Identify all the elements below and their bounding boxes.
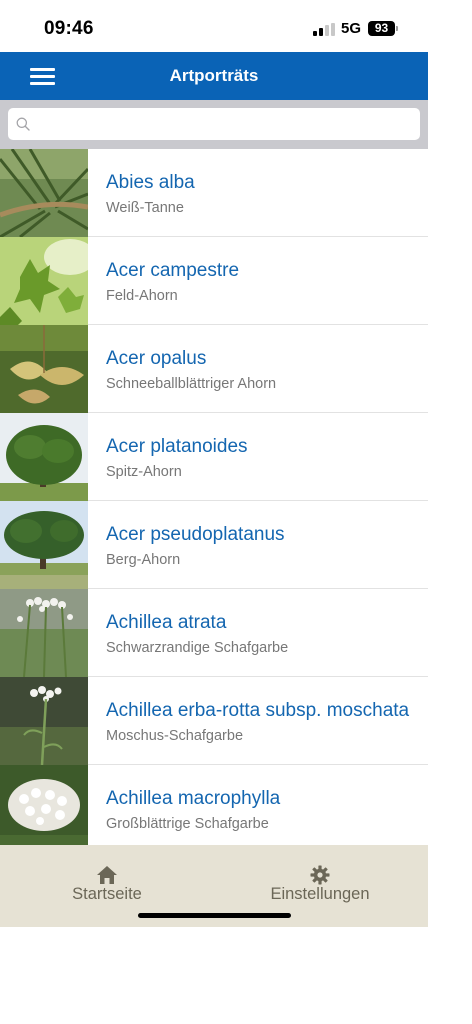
- species-name: Acer opalus: [106, 348, 207, 369]
- status-bar: 09:46 5G 93: [0, 0, 428, 52]
- list-item[interactable]: Achillea erba-rotta subsp. moschata Mosc…: [0, 677, 428, 765]
- tab-home-label: Startseite: [72, 885, 142, 903]
- home-icon: [97, 866, 117, 884]
- species-thumbnail: [0, 589, 88, 677]
- species-thumbnail: [0, 325, 88, 413]
- list-item[interactable]: Acer pseudoplatanus Berg-Ahorn: [0, 501, 428, 589]
- species-name: Achillea atrata: [106, 612, 227, 633]
- species-name: Abies alba: [106, 172, 195, 193]
- species-list: Abies alba Weiß-Tanne Acer campestre Fel…: [0, 149, 428, 845]
- species-thumbnail: [0, 765, 88, 845]
- app-screen: 09:46 5G 93 Artporträts Abies alba Weiß-…: [0, 0, 428, 927]
- tab-home[interactable]: Startseite: [40, 845, 174, 915]
- search-bar: [0, 100, 428, 149]
- species-common-name: Großblättrige Schafgarbe: [106, 816, 269, 832]
- tab-bar: Startseite Einstellungen: [0, 845, 428, 927]
- species-common-name: Feld-Ahorn: [106, 288, 178, 304]
- list-item[interactable]: Acer campestre Feld-Ahorn: [0, 237, 428, 325]
- list-item[interactable]: Achillea atrata Schwarzrandige Schafgarb…: [0, 589, 428, 677]
- species-common-name: Weiß-Tanne: [106, 200, 184, 216]
- list-item[interactable]: Acer platanoides Spitz-Ahorn: [0, 413, 428, 501]
- species-name: Acer campestre: [106, 260, 240, 281]
- species-thumbnail: [0, 677, 88, 765]
- species-common-name: Schwarzrandige Schafgarbe: [106, 640, 289, 656]
- battery-level: 93: [368, 21, 395, 36]
- signal-strength-icon: [313, 23, 335, 36]
- gear-icon: [310, 865, 330, 885]
- list-item[interactable]: Acer opalus Schneeballblättriger Ahorn: [0, 325, 428, 413]
- search-input[interactable]: [36, 108, 416, 140]
- species-name: Acer platanoides: [106, 436, 248, 457]
- species-common-name: Berg-Ahorn: [106, 552, 181, 568]
- species-name: Acer pseudoplatanus: [106, 524, 285, 545]
- species-common-name: Spitz-Ahorn: [106, 464, 182, 480]
- species-name: Achillea erba-rotta subsp. moschata: [106, 700, 410, 721]
- list-item[interactable]: Abies alba Weiß-Tanne: [0, 149, 428, 237]
- list-item[interactable]: Achillea macrophylla Großblättrige Schaf…: [0, 765, 428, 845]
- app-header: Artporträts: [0, 52, 428, 100]
- network-type: 5G: [341, 20, 362, 37]
- tab-settings[interactable]: Einstellungen: [240, 845, 400, 915]
- species-thumbnail: [0, 237, 88, 325]
- species-common-name: Schneeballblättriger Ahorn: [106, 376, 277, 392]
- species-thumbnail: [0, 413, 88, 501]
- home-indicator[interactable]: [138, 913, 291, 918]
- search-icon: [16, 117, 30, 131]
- species-name: Achillea macrophylla: [106, 788, 281, 809]
- status-time: 09:46: [44, 18, 94, 39]
- page-title: Artporträts: [169, 66, 259, 85]
- species-thumbnail: [0, 149, 88, 237]
- search-field[interactable]: [8, 108, 420, 140]
- tab-settings-label: Einstellungen: [270, 885, 370, 903]
- species-common-name: Moschus-Schafgarbe: [106, 728, 244, 744]
- species-thumbnail: [0, 501, 88, 589]
- hamburger-menu-icon[interactable]: [30, 66, 56, 86]
- battery-icon: 93: [368, 21, 399, 36]
